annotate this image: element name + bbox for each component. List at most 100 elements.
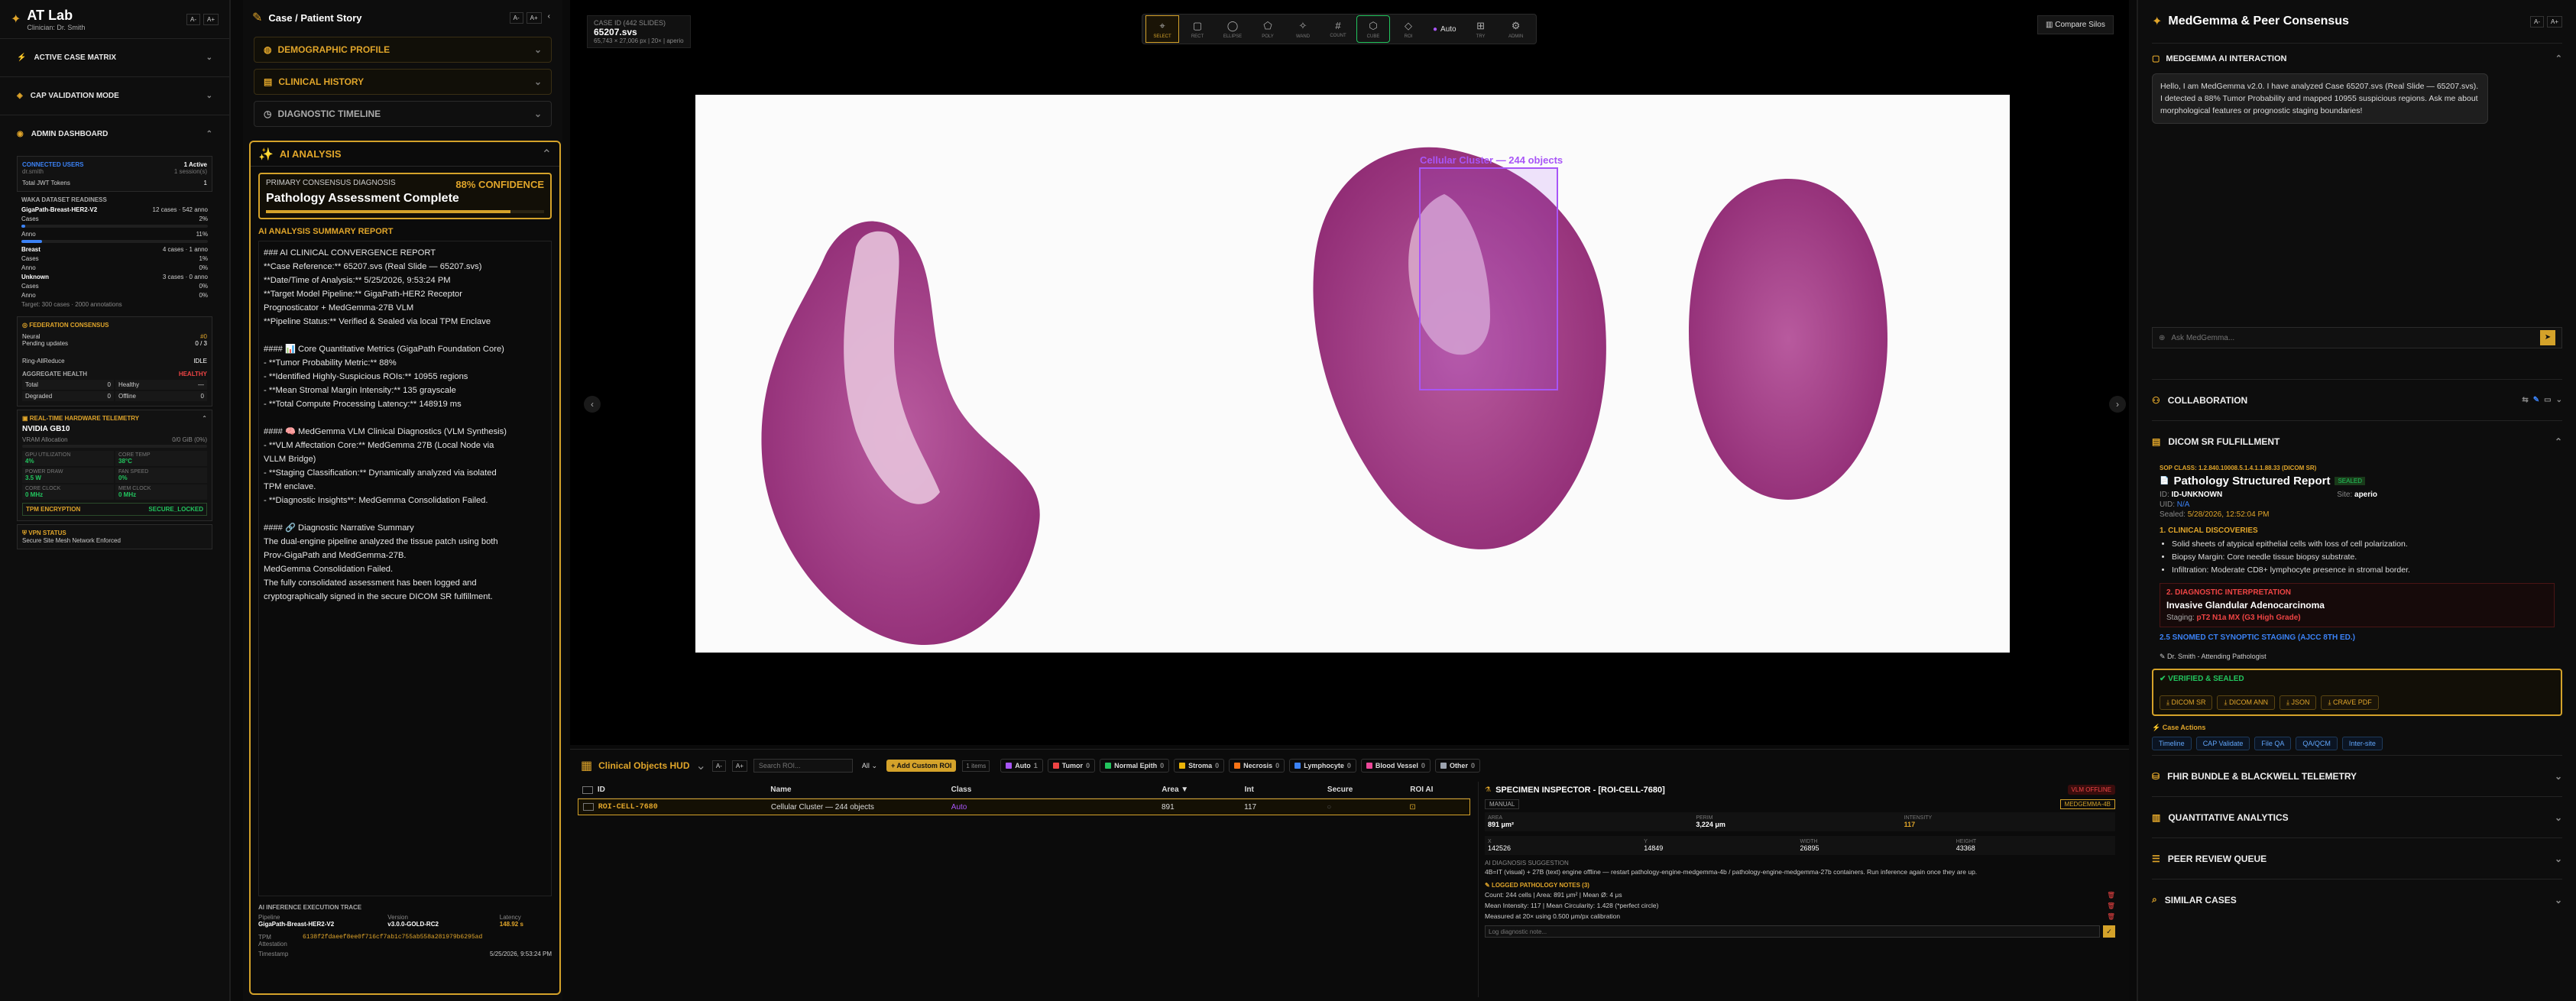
tool-cube[interactable]: ⬡ CUBE bbox=[1356, 15, 1390, 43]
export-dicom-ann-button[interactable]: ⤓ DICOM ANN bbox=[2217, 695, 2275, 710]
cube-icon: ⬡ bbox=[1369, 19, 1378, 31]
secure-toggle[interactable]: ○ bbox=[1327, 803, 1409, 811]
clock-icon: ◷ bbox=[264, 109, 272, 119]
waka-readiness: WAKA DATASET READINESS GigaPath-Breast-H… bbox=[21, 196, 208, 308]
tool-rect[interactable]: ▢ RECT bbox=[1181, 15, 1214, 43]
collapse-icon[interactable]: ‹ bbox=[545, 12, 553, 24]
section-active-case-matrix[interactable]: ⚡ ACTIVE CASE MATRIX ⌄ bbox=[0, 38, 229, 76]
tool-roi[interactable]: ◇ ROI bbox=[1392, 15, 1425, 43]
viewer-toolbar: ⌖ SELECT ▢ RECT ◯ ELLIPSE ⬠ POLY ✧ WAND # COUNT ⬡ CUB… bbox=[1142, 14, 1537, 44]
font-decrease-button[interactable]: A- bbox=[711, 760, 726, 772]
report-line: - **Total Compute Processing Latency:** … bbox=[264, 400, 462, 409]
ask-medgemma-input[interactable] bbox=[2171, 333, 2534, 342]
send-button[interactable]: ➤ bbox=[2540, 330, 2555, 345]
action-inter-site-button[interactable]: Inter-site bbox=[2341, 737, 2383, 750]
add-custom-roi-button[interactable]: + Add Custom ROI bbox=[886, 760, 957, 772]
prev-slide-button[interactable]: ‹ bbox=[584, 396, 601, 413]
column-header[interactable]: Int bbox=[1245, 786, 1327, 794]
checkbox-icon bbox=[1440, 763, 1447, 769]
font-increase-button[interactable]: A+ bbox=[731, 760, 747, 772]
accordion-clinical-history[interactable]: ▤ CLINICAL HISTORY ⌄ bbox=[254, 69, 552, 95]
share-icon[interactable]: ⇆ bbox=[2522, 396, 2528, 404]
font-decrease-button[interactable]: A- bbox=[186, 13, 200, 25]
rect-icon: ▢ bbox=[1192, 19, 1203, 31]
filter-select[interactable]: All ⌄ bbox=[859, 762, 880, 770]
similar-cases-section[interactable]: ⌕ SIMILAR CASES ⌄ bbox=[2152, 879, 2562, 920]
column-header[interactable]: Area ▼ bbox=[1162, 786, 1244, 794]
class-chip-blood-vessel[interactable]: Blood Vessel 0 bbox=[1360, 759, 1431, 773]
chevron-down-icon[interactable]: ⌄ bbox=[696, 758, 706, 773]
delete-icon[interactable]: 🗑 bbox=[2107, 912, 2115, 921]
chevron-up-icon[interactable]: ⌃ bbox=[542, 147, 552, 162]
auto-mode-toggle[interactable]: ● Auto bbox=[1427, 18, 1463, 40]
attach-icon[interactable]: ⊕ bbox=[2159, 334, 2165, 342]
fhir-section[interactable]: ⛁ FHIR BUNDLE & BLACKWELL TELEMETRY ⌄ bbox=[2152, 755, 2562, 796]
roi-ai-icon[interactable]: ⊡ bbox=[1409, 803, 1469, 811]
font-increase-button[interactable]: A+ bbox=[203, 13, 219, 25]
section-admin-dashboard[interactable]: ◉ ADMIN DASHBOARD ⌃ bbox=[0, 115, 229, 153]
tool-ellipse[interactable]: ◯ ELLIPSE bbox=[1216, 15, 1249, 43]
peer-review-section[interactable]: ☰ PEER REVIEW QUEUE ⌄ bbox=[2152, 837, 2562, 879]
font-decrease-button[interactable]: A- bbox=[2529, 15, 2544, 28]
class-chip-lymphocyte[interactable]: Lymphocyte 0 bbox=[1289, 759, 1356, 773]
edit-icon[interactable]: ✎ bbox=[2533, 396, 2539, 404]
class-chip-auto[interactable]: Auto 1 bbox=[1000, 759, 1043, 773]
telemetry-cell: FAN SPEED 0% bbox=[115, 468, 207, 483]
delete-icon[interactable]: 🗑 bbox=[2107, 891, 2115, 899]
column-header[interactable]: ID bbox=[598, 786, 770, 794]
accordion-diagnostic-timeline[interactable]: ◷ DIAGNOSTIC TIMELINE ⌄ bbox=[254, 101, 552, 127]
column-header[interactable]: Name bbox=[770, 786, 951, 794]
export-json-button[interactable]: ⤓ JSON bbox=[2279, 695, 2317, 710]
row-checkbox[interactable] bbox=[583, 803, 594, 811]
table-row[interactable]: ROI-CELL-7680 Cellular Cluster — 244 obje… bbox=[578, 799, 1470, 815]
export-dicom-sr-button[interactable]: ⤓ DICOM SR bbox=[2160, 695, 2213, 710]
quant-analytics-section[interactable]: ▥ QUANTITATIVE ANALYTICS ⌄ bbox=[2152, 796, 2562, 837]
tool-try[interactable]: ⊞ TRY bbox=[1464, 15, 1498, 43]
font-increase-button[interactable]: A+ bbox=[526, 11, 542, 24]
export-crave-pdf-button[interactable]: ⤓ CRAVE PDF bbox=[2321, 695, 2379, 710]
action-file-qa-button[interactable]: File QA bbox=[2254, 737, 2292, 750]
tool-poly[interactable]: ⬠ POLY bbox=[1251, 15, 1285, 43]
column-header[interactable]: Class bbox=[951, 786, 1162, 794]
next-slide-button[interactable]: › bbox=[2109, 396, 2126, 413]
chevron-up-icon[interactable]: ⌃ bbox=[202, 415, 207, 422]
slide-viewer[interactable]: CASE ID (442 SLIDES) 65207.svs 65,743 × … bbox=[570, 0, 2129, 745]
class-chip-normal-epith[interactable]: Normal Epith 0 bbox=[1100, 759, 1170, 773]
chevron-down-icon[interactable]: ⌄ bbox=[2556, 396, 2562, 404]
monitor-icon[interactable]: ▭ bbox=[2544, 396, 2551, 404]
section-cap-validation[interactable]: ◈ CAP VALIDATION MODE ⌄ bbox=[0, 76, 229, 115]
delete-icon[interactable]: 🗑 bbox=[2107, 902, 2115, 910]
accordion-demographic[interactable]: ◍ DEMOGRAPHIC PROFILE ⌄ bbox=[254, 37, 552, 63]
report-line bbox=[264, 329, 546, 342]
action-qa-qcm-button[interactable]: QA/QCM bbox=[2296, 737, 2338, 750]
action-timeline-button[interactable]: Timeline bbox=[2152, 737, 2192, 750]
right-panel: ✦ MedGemma & Peer Consensus A- A+ ▢ MEDGE… bbox=[2137, 0, 2576, 1001]
dicom-sr-section[interactable]: ▤ DICOM SR FULFILLMENT ⌃ bbox=[2152, 420, 2562, 462]
submit-note-button[interactable]: ✓ bbox=[2103, 925, 2115, 938]
search-roi-input[interactable] bbox=[753, 759, 853, 773]
collaboration-section[interactable]: ⚇ COLLABORATION ⇆ ✎ ▭ ⌄ bbox=[2152, 379, 2562, 420]
tool-wand[interactable]: ✧ WAND bbox=[1286, 15, 1320, 43]
try-icon: ⊞ bbox=[1476, 19, 1486, 31]
tool-select[interactable]: ⌖ SELECT bbox=[1145, 15, 1179, 43]
class-chip-stroma[interactable]: Stroma 0 bbox=[1174, 759, 1225, 773]
class-chip-tumor[interactable]: Tumor 0 bbox=[1047, 759, 1096, 773]
medgemma-interaction-header[interactable]: ▢ MEDGEMMA AI INTERACTION ⌃ bbox=[2152, 43, 2562, 73]
table-cell: Auto bbox=[951, 802, 967, 811]
font-increase-button[interactable]: A+ bbox=[2546, 15, 2562, 28]
action-cap-validate-button[interactable]: CAP Validate bbox=[2195, 737, 2250, 750]
tissue-slide-image[interactable]: Cellular Cluster — 244 objects bbox=[695, 95, 2010, 653]
class-chip-other[interactable]: Other 0 bbox=[1434, 759, 1480, 773]
report-line: cryptographically signed in the secure D… bbox=[264, 592, 493, 601]
font-decrease-button[interactable]: A- bbox=[509, 11, 523, 24]
log-note-input[interactable] bbox=[1485, 925, 2100, 938]
class-chip-necrosis[interactable]: Necrosis 0 bbox=[1229, 759, 1285, 773]
roi-rectangle[interactable] bbox=[1419, 167, 1558, 390]
tool-count[interactable]: # COUNT bbox=[1321, 15, 1355, 43]
tool-admin[interactable]: ⚙ ADMIN bbox=[1499, 15, 1533, 43]
select-all-checkbox[interactable] bbox=[582, 786, 593, 794]
column-header[interactable]: Secure bbox=[1327, 786, 1410, 794]
search-icon: ⌕ bbox=[2152, 894, 2157, 905]
compare-silos-button[interactable]: ▥ Compare Silos bbox=[2037, 15, 2114, 34]
column-header[interactable]: ROI AI bbox=[1410, 786, 1470, 794]
